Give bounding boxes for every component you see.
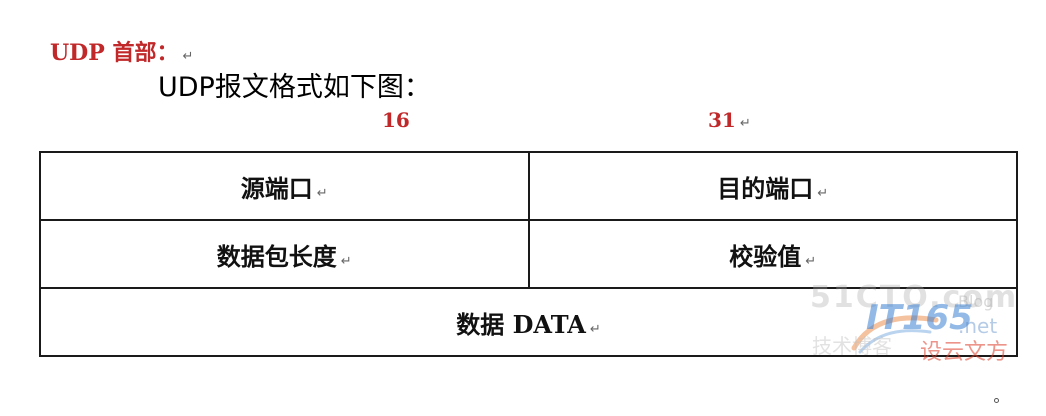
cell-text: 数据 DATA	[456, 309, 586, 339]
cell-text: 源端口	[240, 173, 313, 203]
table-row: 数据 DATA ↵	[39, 287, 1018, 357]
bit-label-31-text: 31	[708, 108, 736, 132]
paragraph-mark-icon: ↵	[805, 253, 817, 269]
paragraph-mark-icon: ↵	[182, 49, 194, 64]
paragraph-mark-icon: ↵	[589, 321, 601, 337]
bit-label-16: 16	[382, 108, 410, 132]
source-port-cell: 源端口 ↵	[39, 151, 530, 221]
paragraph-mark-icon: ↵	[340, 253, 352, 269]
cell-text: 目的端口	[717, 173, 814, 203]
section-heading-text: UDP 首部：	[50, 40, 179, 66]
cell-text: 数据包长度	[216, 241, 337, 271]
table-row: 源端口 ↵ 目的端口 ↵	[39, 151, 1018, 221]
figure-caption: UDP报文格式如下图：	[158, 72, 431, 103]
table-row: 数据包长度 ↵ 校验值 ↵	[39, 219, 1018, 289]
data-cell: 数据 DATA ↵	[39, 287, 1018, 357]
checksum-cell: 校验值 ↵	[527, 219, 1018, 289]
destination-port-cell: 目的端口 ↵	[527, 151, 1018, 221]
section-heading: UDP 首部： ↵	[50, 38, 193, 72]
paragraph-mark-icon: ↵	[316, 185, 328, 201]
paragraph-mark-icon: ↵	[817, 185, 829, 201]
corner-dot-icon	[994, 398, 999, 403]
paragraph-mark-icon: ↵	[739, 116, 751, 131]
udp-header-table: 源端口 ↵ 目的端口 ↵ 数据包长度 ↵ 校验值 ↵ 数据 DATA ↵	[39, 151, 1018, 357]
cell-text: 校验值	[729, 241, 802, 271]
length-cell: 数据包长度 ↵	[39, 219, 530, 289]
bit-label-31: 31 ↵	[708, 106, 751, 138]
